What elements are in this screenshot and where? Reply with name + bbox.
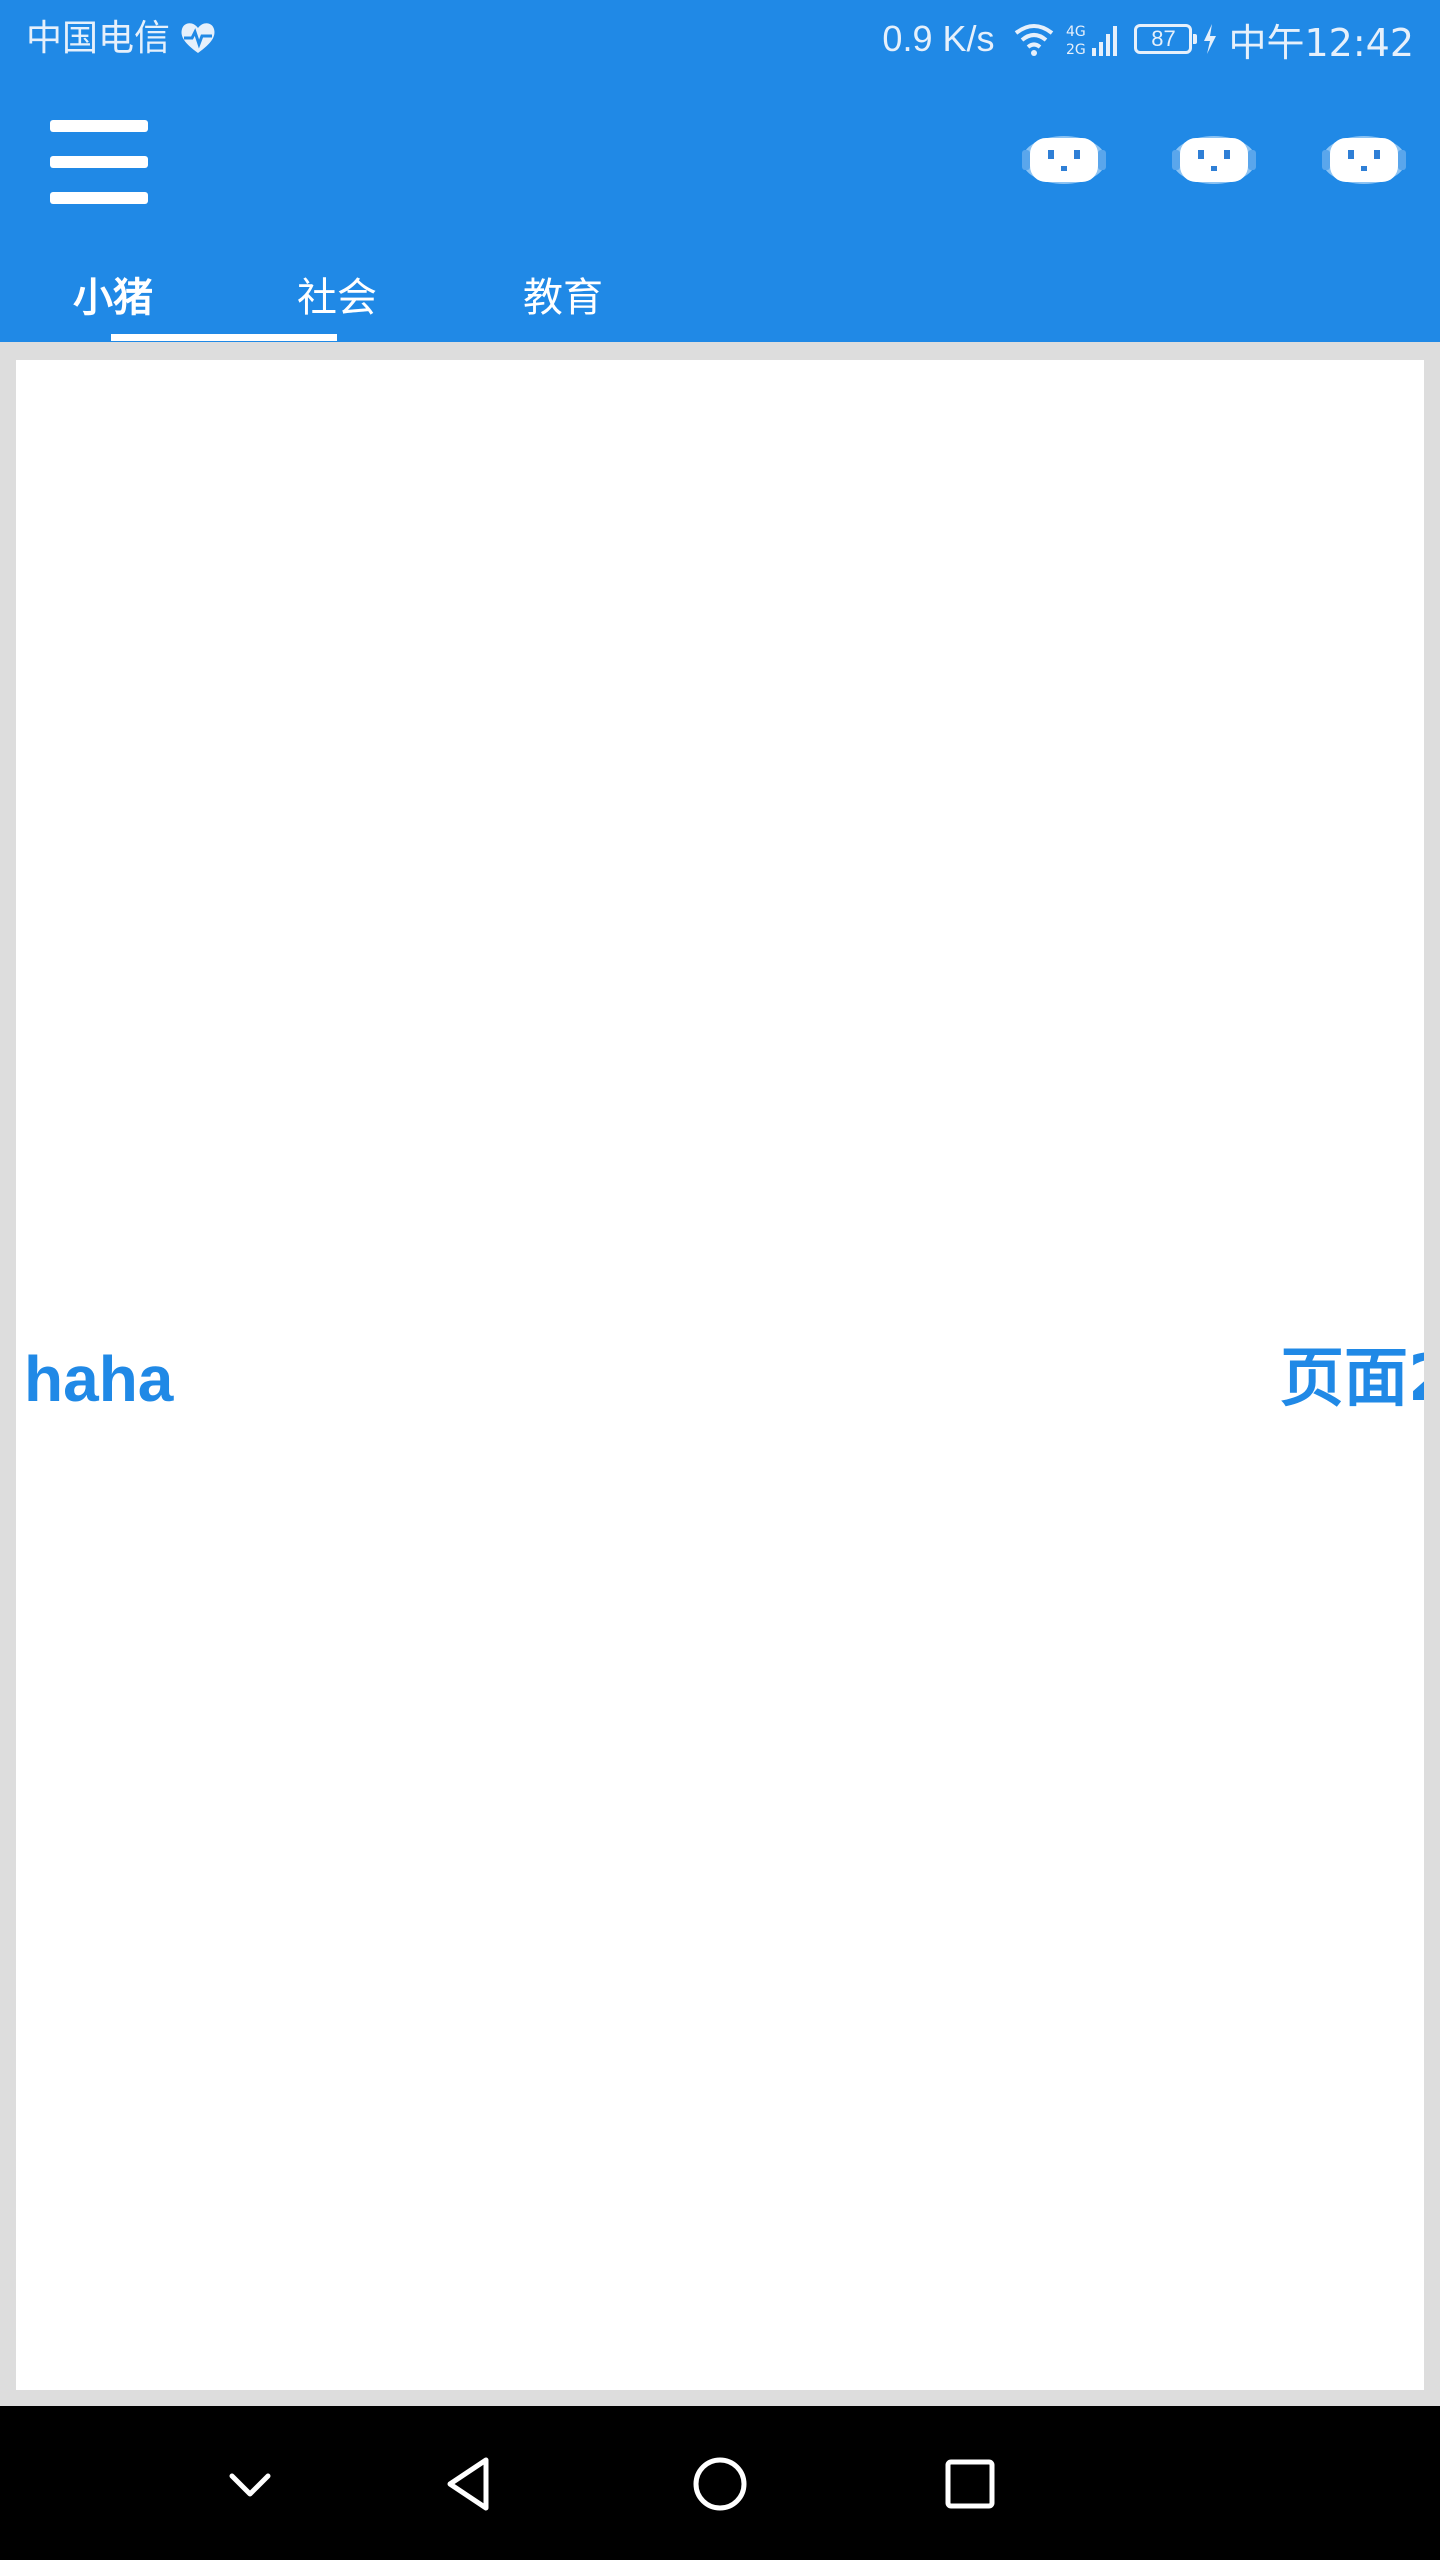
hamburger-menu-icon <box>50 120 148 132</box>
tab-jiaoyu[interactable]: 教育 <box>450 262 676 334</box>
svg-text:4G: 4G <box>1066 24 1086 40</box>
back-triangle-icon[interactable] <box>434 2448 506 2520</box>
clock: 中午12:42 <box>1228 20 1414 65</box>
tab-shehui[interactable]: 社会 <box>224 262 450 334</box>
battery-icon: 87 <box>1134 24 1198 54</box>
tab-xiaozhu[interactable]: 小猪 <box>0 262 226 334</box>
hamburger-menu-bar <box>50 192 148 204</box>
collapse-chevron-icon[interactable] <box>214 2448 286 2520</box>
charging-bolt-icon <box>1204 24 1217 54</box>
page-2-text: 页面2 <box>1280 1342 1424 1416</box>
robot-face-icon[interactable] <box>1018 128 1110 192</box>
status-bar: 中国电信 0.9 K/s 4G 2G 87 中午12:42 <box>0 0 1440 78</box>
heart-pulse-icon <box>181 23 215 53</box>
robot-face-icon[interactable] <box>1168 128 1260 192</box>
system-nav-bar <box>0 2406 1440 2560</box>
status-indicators: 0.9 K/s 4G 2G 87 中午12:42 <box>882 14 1414 65</box>
page-1-label: haha <box>24 1343 174 1415</box>
recents-square-icon[interactable] <box>934 2448 1006 2520</box>
page-1-text: haha <box>16 1339 173 1419</box>
tab-indicator <box>111 334 337 341</box>
signal-4g-icon: 4G 2G <box>1066 24 1118 58</box>
robot-face-icon[interactable] <box>1318 128 1410 192</box>
svg-text:2G: 2G <box>1066 42 1086 58</box>
home-circle-icon[interactable] <box>684 2448 756 2520</box>
carrier-name: 中国电信 <box>26 18 171 59</box>
wifi-icon <box>1015 24 1054 56</box>
view-pager[interactable]: haha 页面2 <box>16 360 1424 2390</box>
hamburger-menu-bar <box>50 156 148 168</box>
menu-button[interactable] <box>46 116 152 206</box>
network-speed: 0.9 K/s <box>882 18 995 59</box>
app-header: 中国电信 0.9 K/s 4G 2G 87 中午12:42 小猪 社会 教育 <box>0 0 1440 342</box>
